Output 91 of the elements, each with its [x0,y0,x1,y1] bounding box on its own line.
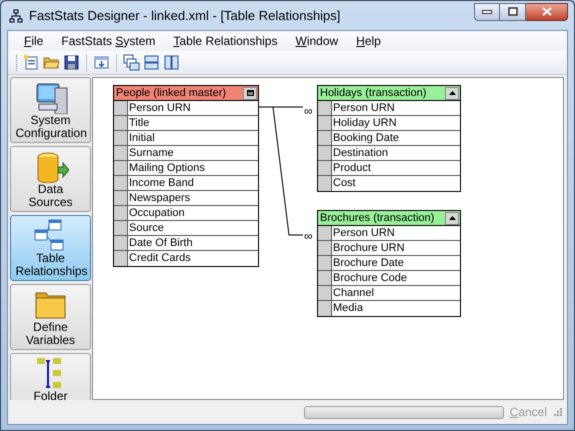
row-selector[interactable] [318,301,332,316]
triangle-up-icon [448,91,456,95]
navigation-label: Data Sources [27,183,74,209]
collapse-button[interactable] [445,212,459,224]
row-selector[interactable] [318,241,332,255]
field-name: Person URN [128,101,192,115]
row-selector[interactable] [318,226,332,240]
field-name: Occupation [128,206,186,220]
navigation-button[interactable]: Table Relationships [10,215,91,281]
table-card[interactable]: Brochures (transaction) Person URN Brochure URN Brochure Date Brochure Code Channel Media [317,210,461,317]
field-name: Source [128,221,165,235]
many-symbol: ∞ [304,230,313,242]
field-name: Product [332,161,372,175]
row-selector[interactable] [318,256,332,270]
field-name: Title [128,116,150,130]
field-name: Destination [332,146,390,160]
close-button[interactable] [526,2,568,20]
close-icon [542,7,552,16]
many-symbol: ∞ [304,105,313,117]
menu-item[interactable]: Table Relationships [167,32,284,50]
cascade-windows-icon[interactable] [123,54,140,71]
row-selector[interactable] [114,116,128,130]
field-name: Surname [128,146,175,160]
menu-item[interactable]: FastStats System [55,32,162,50]
field-name: Brochure Code [332,271,408,285]
navigation-label: System Configuration [16,114,86,140]
field-name: Person URN [332,226,396,240]
field-name: Cost [332,176,357,191]
navigation-label: Folder [32,390,68,400]
table-card[interactable]: Holidays (transaction) Person URN Holiday URN Booking Date Destination Product Cost [317,85,461,192]
field-name: Channel [332,286,375,300]
row-selector[interactable] [318,161,332,175]
resize-grip-icon[interactable] [553,407,563,417]
field-name: Booking Date [332,131,400,145]
table-title: People (linked master) [115,86,228,100]
row-selector[interactable] [114,221,128,235]
maximize-button[interactable] [500,2,526,20]
window-icon [246,90,254,96]
new-document-icon[interactable] [23,54,40,71]
navigation-label: Table Relationships [16,252,86,278]
tile-horizontal-icon[interactable] [143,54,160,71]
field-name: Brochure URN [332,241,406,255]
table-title: Brochures (transaction) [319,211,436,225]
field-name: Media [332,301,364,316]
field-name: Income Band [128,176,195,190]
navigation-label: Define Variables [24,321,76,347]
row-selector[interactable] [114,161,128,175]
table-header[interactable]: People (linked master) [114,86,258,101]
field-name: Newspapers [128,191,192,205]
menu-item[interactable]: File [18,32,50,50]
minimize-icon [482,10,492,14]
row-selector[interactable] [318,271,332,285]
navigation-button[interactable]: Data Sources [10,146,91,212]
field-name: Person URN [332,101,396,115]
row-selector[interactable] [318,101,332,115]
row-selector[interactable] [318,116,332,130]
field-name: Date Of Birth [128,236,194,250]
field-name: Holiday URN [332,116,398,130]
row-selector[interactable] [318,286,332,300]
row-selector[interactable] [114,131,128,145]
row-selector[interactable] [114,191,128,205]
row-selector[interactable] [318,131,332,145]
collapse-button[interactable] [445,86,459,100]
row-selector[interactable] [318,176,332,191]
menu-item[interactable]: Window [289,32,344,50]
row-selector[interactable] [114,101,128,115]
table-card[interactable]: People (linked master) Person URN Title Initial Surname Mailing Options Income Band Newspapers Occupation Source Date Of Birth Credit Cards [113,85,259,267]
field-name: Brochure Date [332,256,405,270]
field-name: Credit Cards [128,251,192,266]
row-selector[interactable] [318,146,332,160]
row-selector[interactable] [114,206,128,220]
table-header[interactable]: Holidays (transaction) [318,86,460,101]
field-name: Initial [128,131,156,145]
window-title: FastStats Designer - linked.xml - [Table Relationships] [29,6,340,25]
row-selector[interactable] [114,146,128,160]
row-selector[interactable] [114,176,128,190]
menu-item[interactable]: Help [350,32,387,50]
navigation-button[interactable]: Folder [10,353,91,400]
hierarchy-icon [9,8,23,22]
triangle-up-icon [448,216,456,220]
window-button[interactable] [243,86,257,100]
restore-icon [508,7,518,16]
field-name: Mailing Options [128,161,206,175]
navigation-button[interactable]: Define Variables [10,284,91,350]
table-header[interactable]: Brochures (transaction) [318,211,460,226]
row-selector[interactable] [114,251,128,266]
navigation-button[interactable]: System Configuration [10,77,91,143]
tile-vertical-icon[interactable] [163,54,180,71]
table-title: Holidays (transaction) [319,86,428,100]
minimize-button[interactable] [474,2,500,20]
row-selector[interactable] [114,236,128,250]
